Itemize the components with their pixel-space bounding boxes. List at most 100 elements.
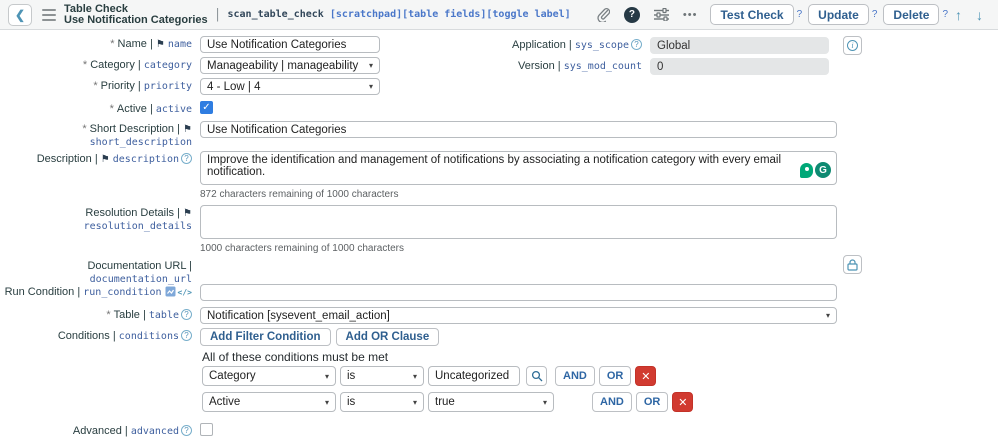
field-help-icon[interactable]: ? [181, 330, 192, 341]
update-help[interactable]: ? [872, 9, 878, 20]
more-options-icon[interactable]: ••• [683, 9, 698, 21]
search-icon [531, 370, 542, 382]
condition-row: Category▾ is▾ AND OR ✕ [202, 366, 657, 386]
condition-value-input[interactable] [428, 366, 520, 386]
condition-row: Active ▾ is ▾ true ▾ AND OR ✕ [202, 392, 694, 412]
previous-record-icon[interactable]: ↑ [955, 7, 962, 23]
record-tags: [scratchpad][table fields][toggle label] [329, 9, 571, 20]
application-label: Application | sys_scope? [470, 37, 650, 52]
name-input[interactable] [200, 36, 380, 53]
priority-select[interactable]: 4 - Low | 4 ▾ [200, 78, 380, 95]
application-input [650, 37, 829, 54]
version-input [650, 58, 829, 75]
chevron-down-icon: ▾ [324, 371, 329, 381]
scratchpad-icon[interactable] [165, 286, 176, 301]
run-condition-input[interactable] [200, 284, 837, 301]
resolution-details-label: Resolution Details | ⚑ resolution_detail… [83, 207, 192, 232]
documentation-url-lock-button[interactable] [843, 255, 862, 274]
test-check-button[interactable]: Test Check [710, 4, 794, 25]
form-title: Table Check [64, 2, 128, 15]
application-info-button[interactable]: i [843, 36, 862, 55]
table-label: * Table | table? [0, 307, 200, 322]
advanced-checkbox[interactable] [200, 423, 213, 436]
chevron-down-icon: ▾ [324, 397, 329, 407]
condition-and-button[interactable]: AND [555, 366, 595, 386]
add-filter-condition-button[interactable]: Add Filter Condition [200, 328, 331, 346]
conditions-note: All of these conditions must be met [202, 350, 389, 364]
short-description-input[interactable] [200, 121, 837, 138]
condition-delete-button[interactable]: ✕ [635, 366, 657, 386]
back-icon: ❮ [14, 7, 26, 22]
form-body: *Name | ⚑ name *Category | category Mana… [0, 30, 998, 442]
chevron-down-icon: ▾ [368, 82, 373, 91]
documentation-url-label: Documentation URL | documentation_url [87, 260, 192, 285]
category-select[interactable]: Manageability | manageability ▾ [200, 57, 380, 74]
chevron-down-icon: ▾ [542, 397, 547, 407]
delete-button[interactable]: Delete [883, 4, 940, 25]
condition-or-button[interactable]: OR [598, 366, 632, 386]
name-label: * Name | ⚑ name [110, 38, 192, 50]
condition-field-select[interactable]: Active ▾ [202, 392, 336, 412]
condition-and-button[interactable]: AND [592, 392, 632, 412]
condition-or-button[interactable]: OR [635, 392, 669, 412]
record-name: scan_table_check [227, 9, 324, 20]
attachment-icon[interactable] [596, 7, 610, 22]
priority-label: * Priority | priority [93, 80, 192, 92]
test-check-help[interactable]: ? [797, 9, 803, 20]
chevron-down-icon: ▾ [825, 311, 830, 320]
table-select[interactable]: Notification [sysevent_email_action] ▾ [200, 307, 837, 324]
condition-value-lookup-button[interactable] [526, 366, 547, 386]
grammarly-icon[interactable]: G [815, 162, 831, 178]
condition-delete-button[interactable]: ✕ [672, 392, 694, 412]
condition-operator-select[interactable]: is ▾ [340, 392, 424, 412]
info-icon: i [847, 40, 858, 51]
active-label: * Active | active [109, 103, 192, 115]
grammarly-pin-icon[interactable] [800, 162, 813, 178]
next-record-icon[interactable]: ↓ [976, 7, 983, 23]
resolution-details-textarea[interactable] [200, 205, 837, 239]
flag-icon: ⚑ [183, 208, 192, 219]
field-help-icon[interactable]: ? [631, 39, 642, 50]
chevron-down-icon: ▾ [412, 397, 417, 407]
close-icon: ✕ [678, 396, 688, 409]
chevron-down-icon: ▾ [412, 371, 417, 381]
resolution-details-counter: 1000 characters remaining of 1000 charac… [200, 243, 405, 254]
category-label: * Category | category [82, 59, 192, 71]
version-label: Version | sys_mod_count [518, 60, 642, 72]
description-label: Description | ⚑ description? [0, 151, 200, 166]
conditions-label: Conditions | conditions? [0, 328, 200, 343]
form-header: ❮ Table Check Use Notification Categorie… [0, 0, 998, 30]
lock-icon [847, 258, 858, 271]
short-description-label: * Short Description | ⚑ short_description [82, 123, 192, 148]
page-title: Table Check Use Notification Categories [64, 2, 208, 26]
flag-icon: ⚑ [100, 154, 110, 165]
run-condition-label: Run Condition | run_condition </> [0, 284, 200, 301]
field-help-icon[interactable]: ? [181, 153, 192, 164]
record-info: | scan_table_check [scratchpad][table fi… [213, 7, 571, 22]
description-textarea[interactable]: Improve the identification and managemen… [200, 151, 837, 185]
form-context-menu-icon[interactable] [42, 8, 56, 21]
grammarly-widget: G [800, 162, 831, 178]
update-button[interactable]: Update [808, 4, 869, 25]
table-check-form: ❮ Table Check Use Notification Categorie… [0, 0, 998, 442]
condition-value-select[interactable]: true ▾ [428, 392, 554, 412]
field-help-icon[interactable]: ? [181, 425, 192, 436]
help-icon[interactable]: ? [623, 6, 640, 23]
add-or-clause-button[interactable]: Add OR Clause [335, 328, 440, 346]
advanced-label: Advanced | advanced? [0, 423, 200, 438]
record-title: Use Notification Categories [64, 13, 208, 26]
back-button[interactable]: ❮ [8, 3, 32, 26]
chevron-down-icon: ▾ [368, 61, 373, 70]
condition-field-select[interactable]: Category ▾ [202, 366, 336, 386]
active-checkbox[interactable]: ✓ [200, 101, 213, 114]
personalize-form-icon[interactable] [653, 8, 669, 21]
close-icon: ✕ [641, 370, 651, 383]
code-icon[interactable]: </> [178, 288, 192, 297]
delete-help[interactable]: ? [942, 9, 948, 20]
flag-icon: ⚑ [155, 39, 165, 50]
field-help-icon[interactable]: ? [181, 309, 192, 320]
check-icon: ✓ [202, 102, 211, 113]
flag-icon: ⚑ [183, 124, 192, 135]
description-counter: 872 characters remaining of 1000 charact… [200, 189, 399, 200]
condition-operator-select[interactable]: is ▾ [340, 366, 424, 386]
